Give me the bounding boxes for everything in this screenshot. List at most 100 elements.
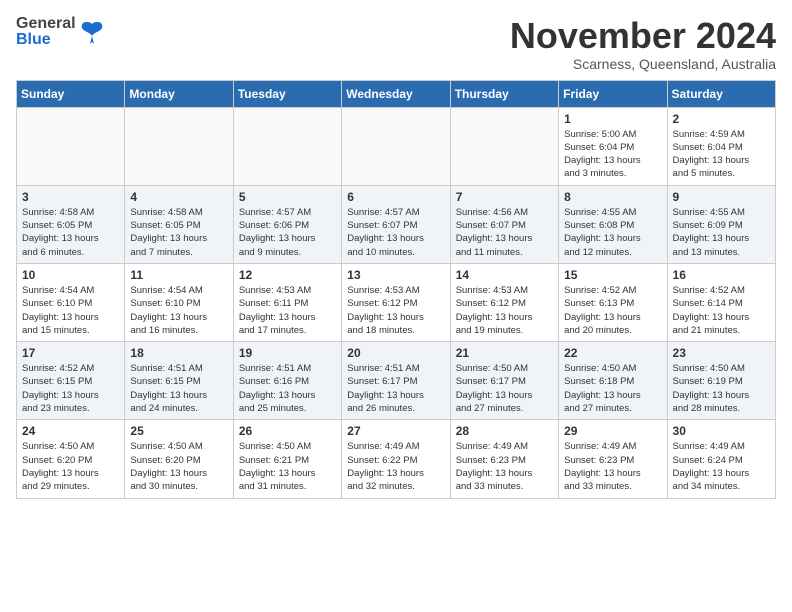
- calendar-week-5: 24 Sunrise: 4:50 AM Sunset: 6:20 PM Dayli…: [17, 420, 776, 498]
- day-number: 30: [673, 424, 770, 438]
- calendar-table: SundayMondayTuesdayWednesdayThursdayFrid…: [16, 80, 776, 499]
- day-number: 14: [456, 268, 553, 282]
- weekday-header-saturday: Saturday: [667, 80, 775, 107]
- day-number: 3: [22, 190, 119, 204]
- calendar-cell: 25Sunrise: 4:50 AM Sunset: 6:20 PM Dayli…: [125, 420, 233, 498]
- calendar-cell: 4 Sunrise: 4:58 AM Sunset: 6:05 PM Daylig…: [125, 185, 233, 263]
- day-number: 19: [239, 346, 336, 360]
- day-number: 27: [347, 424, 444, 438]
- day-info: Sunrise: 4:52 AM Sunset: 6:14 PM Dayligh…: [673, 284, 770, 337]
- day-info: Sunrise: 4:53 AM Sunset: 6:12 PM Dayligh…: [347, 284, 444, 337]
- calendar-cell: 29 Sunrise: 4:49 AM Sunset: 6:23 PM Dayli…: [559, 420, 667, 498]
- page-header: General Blue November 2024 Scarness, Que…: [16, 16, 776, 72]
- day-info: Sunrise: 4:53 AM Sunset: 6:12 PM Dayligh…: [456, 284, 553, 337]
- calendar-cell: 12 Sunrise: 4:53 AM Sunset: 6:11 PM Dayli…: [233, 263, 341, 341]
- day-number: 29: [564, 424, 661, 438]
- calendar-cell: 7 Sunrise: 4:56 AM Sunset: 6:07 PM Daylig…: [450, 185, 558, 263]
- day-info: Sunrise: 4:49 AM Sunset: 6:22 PM Dayligh…: [347, 440, 444, 493]
- day-number: 10: [22, 268, 119, 282]
- calendar-cell: 30Sunrise: 4:49 AM Sunset: 6:24 PM Dayli…: [667, 420, 775, 498]
- calendar-cell: [17, 107, 125, 185]
- month-title: November 2024: [510, 16, 776, 56]
- calendar-week-2: 3 Sunrise: 4:58 AM Sunset: 6:05 PM Daylig…: [17, 185, 776, 263]
- day-info: Sunrise: 4:51 AM Sunset: 6:17 PM Dayligh…: [347, 362, 444, 415]
- day-info: Sunrise: 4:54 AM Sunset: 6:10 PM Dayligh…: [130, 284, 227, 337]
- day-info: Sunrise: 4:58 AM Sunset: 6:05 PM Dayligh…: [22, 206, 119, 259]
- logo-blue: Blue: [16, 32, 76, 48]
- calendar-cell: 2Sunrise: 4:59 AM Sunset: 6:04 PM Daylig…: [667, 107, 775, 185]
- calendar-cell: 17 Sunrise: 4:52 AM Sunset: 6:15 PM Dayli…: [17, 342, 125, 420]
- day-info: Sunrise: 4:51 AM Sunset: 6:16 PM Dayligh…: [239, 362, 336, 415]
- calendar-cell: 6 Sunrise: 4:57 AM Sunset: 6:07 PM Daylig…: [342, 185, 450, 263]
- day-info: Sunrise: 4:50 AM Sunset: 6:18 PM Dayligh…: [564, 362, 661, 415]
- logo-bird-icon: [78, 18, 106, 46]
- day-info: Sunrise: 4:54 AM Sunset: 6:10 PM Dayligh…: [22, 284, 119, 337]
- day-number: 8: [564, 190, 661, 204]
- day-number: 6: [347, 190, 444, 204]
- day-number: 23: [673, 346, 770, 360]
- day-info: Sunrise: 4:52 AM Sunset: 6:15 PM Dayligh…: [22, 362, 119, 415]
- day-number: 26: [239, 424, 336, 438]
- day-info: Sunrise: 4:52 AM Sunset: 6:13 PM Dayligh…: [564, 284, 661, 337]
- calendar-week-4: 17 Sunrise: 4:52 AM Sunset: 6:15 PM Dayli…: [17, 342, 776, 420]
- calendar-cell: 8Sunrise: 4:55 AM Sunset: 6:08 PM Daylig…: [559, 185, 667, 263]
- weekday-header-tuesday: Tuesday: [233, 80, 341, 107]
- weekday-header-wednesday: Wednesday: [342, 80, 450, 107]
- day-info: Sunrise: 4:50 AM Sunset: 6:20 PM Dayligh…: [22, 440, 119, 493]
- calendar-cell: 18Sunrise: 4:51 AM Sunset: 6:15 PM Dayli…: [125, 342, 233, 420]
- calendar-cell: 16Sunrise: 4:52 AM Sunset: 6:14 PM Dayli…: [667, 263, 775, 341]
- day-number: 12: [239, 268, 336, 282]
- day-info: Sunrise: 4:51 AM Sunset: 6:15 PM Dayligh…: [130, 362, 227, 415]
- day-number: 20: [347, 346, 444, 360]
- calendar-cell: 1 Sunrise: 5:00 AM Sunset: 6:04 PM Daylig…: [559, 107, 667, 185]
- day-info: Sunrise: 4:55 AM Sunset: 6:09 PM Dayligh…: [673, 206, 770, 259]
- day-number: 21: [456, 346, 553, 360]
- logo: General Blue: [16, 16, 106, 48]
- calendar-cell: [233, 107, 341, 185]
- day-number: 4: [130, 190, 227, 204]
- calendar-cell: 11 Sunrise: 4:54 AM Sunset: 6:10 PM Dayli…: [125, 263, 233, 341]
- day-info: Sunrise: 4:59 AM Sunset: 6:04 PM Dayligh…: [673, 128, 770, 181]
- calendar-cell: 28 Sunrise: 4:49 AM Sunset: 6:23 PM Dayli…: [450, 420, 558, 498]
- day-number: 22: [564, 346, 661, 360]
- calendar-cell: 13Sunrise: 4:53 AM Sunset: 6:12 PM Dayli…: [342, 263, 450, 341]
- calendar-cell: 22 Sunrise: 4:50 AM Sunset: 6:18 PM Dayli…: [559, 342, 667, 420]
- day-number: 17: [22, 346, 119, 360]
- day-number: 9: [673, 190, 770, 204]
- day-info: Sunrise: 5:00 AM Sunset: 6:04 PM Dayligh…: [564, 128, 661, 181]
- logo-general: General: [16, 16, 76, 32]
- day-info: Sunrise: 4:56 AM Sunset: 6:07 PM Dayligh…: [456, 206, 553, 259]
- day-info: Sunrise: 4:50 AM Sunset: 6:19 PM Dayligh…: [673, 362, 770, 415]
- day-number: 7: [456, 190, 553, 204]
- calendar-cell: 23 Sunrise: 4:50 AM Sunset: 6:19 PM Dayli…: [667, 342, 775, 420]
- calendar-week-1: 1 Sunrise: 5:00 AM Sunset: 6:04 PM Daylig…: [17, 107, 776, 185]
- calendar-cell: 26 Sunrise: 4:50 AM Sunset: 6:21 PM Dayli…: [233, 420, 341, 498]
- day-info: Sunrise: 4:57 AM Sunset: 6:06 PM Dayligh…: [239, 206, 336, 259]
- calendar-cell: 14 Sunrise: 4:53 AM Sunset: 6:12 PM Dayli…: [450, 263, 558, 341]
- calendar-cell: [125, 107, 233, 185]
- day-number: 11: [130, 268, 227, 282]
- weekday-header-monday: Monday: [125, 80, 233, 107]
- day-info: Sunrise: 4:58 AM Sunset: 6:05 PM Dayligh…: [130, 206, 227, 259]
- day-number: 28: [456, 424, 553, 438]
- calendar-cell: 15 Sunrise: 4:52 AM Sunset: 6:13 PM Dayli…: [559, 263, 667, 341]
- calendar-cell: 21 Sunrise: 4:50 AM Sunset: 6:17 PM Dayli…: [450, 342, 558, 420]
- day-info: Sunrise: 4:50 AM Sunset: 6:21 PM Dayligh…: [239, 440, 336, 493]
- calendar-cell: 19 Sunrise: 4:51 AM Sunset: 6:16 PM Dayli…: [233, 342, 341, 420]
- logo-text: General Blue: [16, 16, 76, 48]
- day-info: Sunrise: 4:57 AM Sunset: 6:07 PM Dayligh…: [347, 206, 444, 259]
- day-number: 1: [564, 112, 661, 126]
- day-info: Sunrise: 4:49 AM Sunset: 6:23 PM Dayligh…: [564, 440, 661, 493]
- day-number: 15: [564, 268, 661, 282]
- calendar-cell: 10 Sunrise: 4:54 AM Sunset: 6:10 PM Dayli…: [17, 263, 125, 341]
- day-number: 24: [22, 424, 119, 438]
- day-info: Sunrise: 4:53 AM Sunset: 6:11 PM Dayligh…: [239, 284, 336, 337]
- day-info: Sunrise: 4:50 AM Sunset: 6:17 PM Dayligh…: [456, 362, 553, 415]
- title-section: November 2024 Scarness, Queensland, Aust…: [510, 16, 776, 72]
- calendar-cell: 5Sunrise: 4:57 AM Sunset: 6:06 PM Daylig…: [233, 185, 341, 263]
- weekday-header-sunday: Sunday: [17, 80, 125, 107]
- calendar-cell: 20 Sunrise: 4:51 AM Sunset: 6:17 PM Dayli…: [342, 342, 450, 420]
- weekday-header-friday: Friday: [559, 80, 667, 107]
- day-info: Sunrise: 4:49 AM Sunset: 6:23 PM Dayligh…: [456, 440, 553, 493]
- location: Scarness, Queensland, Australia: [510, 56, 776, 72]
